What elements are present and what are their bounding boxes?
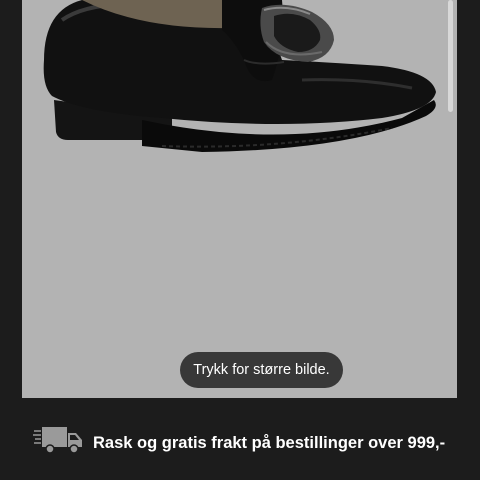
zoom-hint-pill[interactable]: Trykk for større bilde. (180, 352, 343, 388)
shipping-text: Rask og gratis frakt på bestillinger ove… (93, 434, 446, 452)
shoe-image (43, 0, 437, 152)
image-scrollbar[interactable] (443, 0, 457, 398)
scrollbar-thumb[interactable] (448, 0, 453, 112)
shipping-info-bar: Rask og gratis frakt på bestillinger ove… (0, 398, 480, 480)
product-page: Trykk for større bilde. Rask og gratis f… (0, 0, 480, 480)
zoom-hint-label: Trykk for større bilde. (193, 362, 330, 378)
product-image[interactable]: Trykk for større bilde. (22, 0, 457, 398)
delivery-truck-icon (33, 427, 82, 454)
